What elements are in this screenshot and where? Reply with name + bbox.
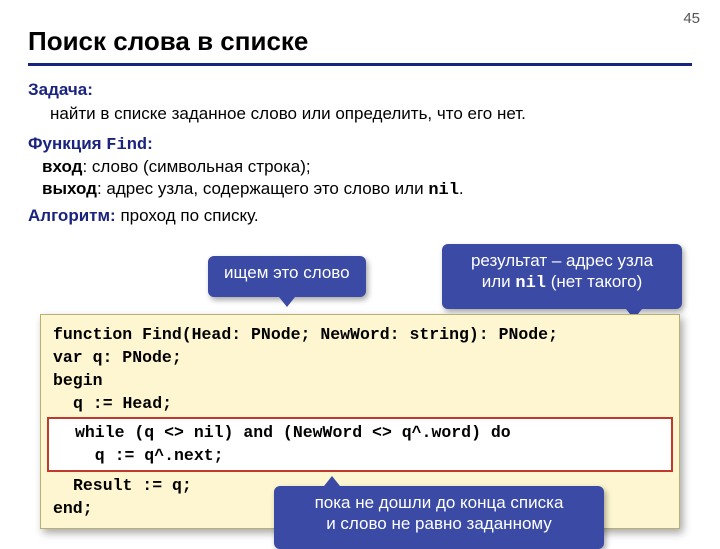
callout-result-l2b: (нет такого) <box>546 272 642 291</box>
function-label-prefix: Функция <box>28 134 106 153</box>
code-line-1: function Find(Head: PNode; NewWord: stri… <box>53 323 667 346</box>
code-highlight: while (q <> nil) and (NewWord <> q^.word… <box>47 417 673 471</box>
algorithm-label: Алгоритм: <box>28 206 116 225</box>
function-output: выход: адрес узла, содержащего это слово… <box>42 179 692 200</box>
task-row: Задача: <box>28 80 692 100</box>
callout-bottom-line2: и слово не равно заданному <box>290 513 588 534</box>
page-number: 45 <box>683 10 700 27</box>
output-text-1: : адрес узла, содержащего это слово или <box>97 179 428 198</box>
algorithm-row: Алгоритм: проход по списку. <box>28 206 692 226</box>
callout-search-text: ищем это слово <box>224 263 350 282</box>
content-block: Задача: найти в списке заданное слово ил… <box>28 80 692 226</box>
callout-result-line2: или nil (нет такого) <box>458 271 666 294</box>
function-input: вход: слово (символьная строка); <box>42 157 692 177</box>
function-name: Find <box>106 136 147 155</box>
callout-result-line1: результат – адрес узла <box>458 250 666 271</box>
callout-result-nil: nil <box>515 274 546 293</box>
output-text-2: . <box>459 179 464 198</box>
task-text: найти в списке заданное слово или опреде… <box>50 104 692 124</box>
output-nil: nil <box>428 181 459 200</box>
output-label: выход <box>42 179 97 198</box>
function-row: Функция Find: <box>28 134 692 155</box>
code-line-6: q := q^.next; <box>55 444 665 467</box>
callout-result: результат – адрес узла или nil (нет тако… <box>442 244 682 309</box>
algorithm-text: проход по списку. <box>116 206 259 225</box>
code-line-2: var q: PNode; <box>53 346 667 369</box>
code-line-4: q := Head; <box>53 392 667 415</box>
task-label: Задача: <box>28 80 93 99</box>
function-label-colon: : <box>147 134 153 153</box>
code-line-5: while (q <> nil) and (NewWord <> q^.word… <box>55 421 665 444</box>
callout-while-condition: пока не дошли до конца списка и слово не… <box>274 486 604 549</box>
input-text: : слово (символьная строка); <box>82 157 310 176</box>
callout-bottom-line1: пока не дошли до конца списка <box>290 492 588 513</box>
code-line-3: begin <box>53 369 667 392</box>
page-title: Поиск слова в списке <box>28 26 692 66</box>
callout-search-word: ищем это слово <box>208 256 366 297</box>
callout-result-l2a: или <box>482 272 516 291</box>
input-label: вход <box>42 157 82 176</box>
